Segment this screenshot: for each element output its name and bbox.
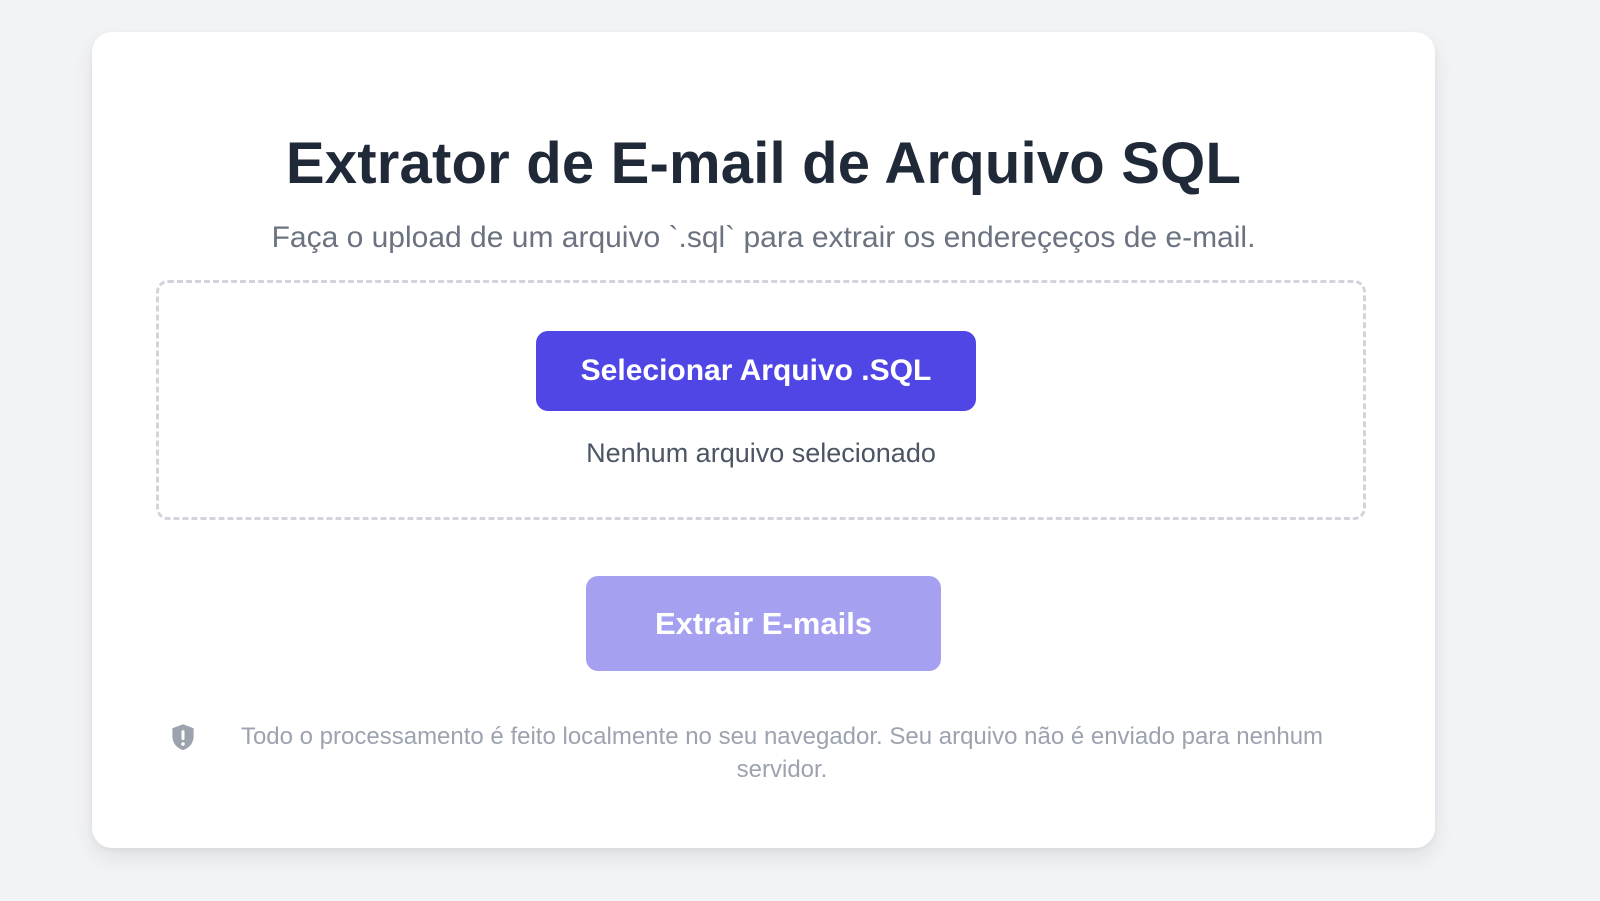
select-file-button[interactable]: Selecionar Arquivo .SQL	[536, 331, 976, 411]
extract-emails-button[interactable]: Extrair E-mails	[586, 576, 941, 671]
extractor-card: Extrator de E-mail de Arquivo SQL Faça o…	[92, 32, 1435, 848]
page-subtitle: Faça o upload de um arquivo `.sql` para …	[271, 221, 1256, 254]
file-dropzone[interactable]: Selecionar Arquivo .SQL Nenhum arquivo s…	[156, 280, 1366, 520]
page-title: Extrator de E-mail de Arquivo SQL	[285, 131, 1242, 196]
privacy-note: Todo o processamento é feito localmente …	[240, 723, 1324, 783]
file-status-text: Nenhum arquivo selecionado	[586, 438, 936, 468]
shield-alert-icon	[172, 724, 194, 751]
